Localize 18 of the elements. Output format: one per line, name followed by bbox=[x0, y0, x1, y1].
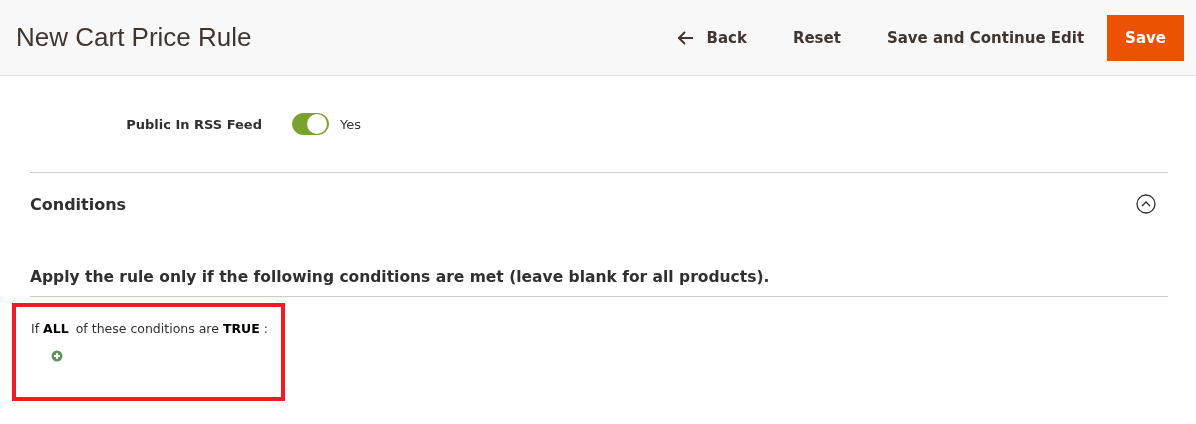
save-button[interactable]: Save bbox=[1107, 14, 1184, 61]
collapse-icon[interactable] bbox=[1136, 194, 1156, 214]
add-condition-icon[interactable] bbox=[51, 350, 63, 362]
section-title: Conditions bbox=[30, 194, 127, 214]
arrow-left-icon bbox=[678, 30, 695, 45]
back-button[interactable]: Back bbox=[655, 14, 770, 61]
aggregator-link[interactable]: ALL bbox=[43, 321, 69, 336]
toggle-value: Yes bbox=[340, 116, 361, 132]
toggle-switch[interactable] bbox=[292, 113, 329, 135]
condition-text: : bbox=[263, 321, 268, 336]
condition-text: If bbox=[31, 321, 40, 336]
field-label: Public In RSS Feed bbox=[125, 116, 263, 132]
condition-text: of these conditions are bbox=[75, 321, 219, 336]
value-link[interactable]: TRUE bbox=[222, 321, 260, 336]
page-title: New Cart Price Rule bbox=[16, 22, 253, 53]
action-button[interactable]: Save and Continue Edit bbox=[863, 14, 1108, 61]
action-button[interactable]: Reset bbox=[769, 14, 864, 61]
conditions-intro: Apply the rule only if the following conditions are met (leave blank for all products). bbox=[30, 235, 1168, 297]
